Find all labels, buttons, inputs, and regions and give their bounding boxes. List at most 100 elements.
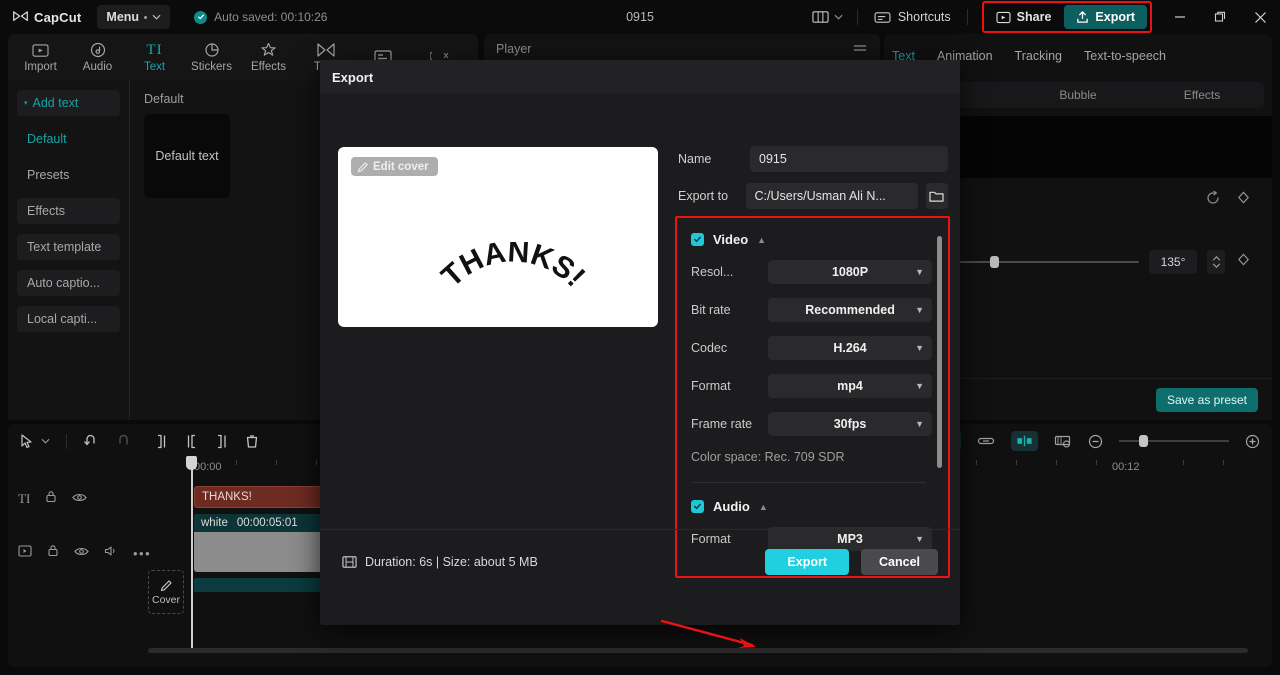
- video-clip-name: white: [201, 517, 228, 529]
- rotation-value[interactable]: 135°: [1149, 250, 1197, 274]
- more-icon[interactable]: •••: [133, 546, 151, 561]
- export-dialog-footer: Duration: 6s | Size: about 5 MB Export C…: [320, 529, 960, 594]
- redo-icon[interactable]: [115, 434, 131, 448]
- preset-card-default-text[interactable]: Default text: [144, 114, 230, 198]
- chevron-up-icon[interactable]: ▲: [757, 235, 766, 245]
- select-tool-dropdown-icon[interactable]: [41, 438, 50, 444]
- stepper-up-down-icon[interactable]: [1207, 250, 1225, 274]
- framerate-select[interactable]: 30fps ▼: [768, 412, 932, 436]
- audio-section-header[interactable]: Audio ▲: [691, 499, 932, 514]
- format-row: Format mp4 ▼: [691, 374, 932, 398]
- ruler-tick: [316, 460, 317, 465]
- ruler-start-label: 00:00: [194, 461, 222, 473]
- export-settings-highlight-box: Video ▲ Resol... 1080P ▼ Bit rate Recomm…: [675, 216, 950, 578]
- sidebar-item-local-captions[interactable]: Local capti...: [17, 306, 120, 332]
- playhead[interactable]: [186, 456, 197, 649]
- close-button[interactable]: [1240, 0, 1280, 34]
- tab-text[interactable]: TI Text: [126, 35, 183, 79]
- subtab-effects[interactable]: Effects: [1140, 82, 1264, 108]
- name-input[interactable]: 0915: [750, 146, 948, 172]
- export-path-input[interactable]: C:/Users/Usman Ali N...: [745, 183, 918, 209]
- text-category-list: ▾ Add text Default Presets Effects Text …: [8, 80, 129, 420]
- resolution-select[interactable]: 1080P ▼: [768, 260, 932, 284]
- video-checkbox[interactable]: [691, 233, 704, 246]
- eye-icon[interactable]: [72, 490, 87, 508]
- chevron-down-icon: ▼: [915, 305, 924, 315]
- menu-button[interactable]: Menu: [97, 5, 171, 29]
- export-settings-scroll-area[interactable]: Video ▲ Resol... 1080P ▼ Bit rate Recomm…: [677, 218, 948, 576]
- volume-icon[interactable]: [104, 544, 118, 562]
- format-label: Format: [691, 379, 731, 393]
- codec-select[interactable]: H.264 ▼: [768, 336, 932, 360]
- lock-icon[interactable]: [45, 490, 57, 508]
- cursor-select-icon[interactable]: [20, 433, 33, 449]
- slider-knob[interactable]: [989, 256, 999, 268]
- cover-button[interactable]: Cover: [148, 570, 184, 614]
- zoom-slider-knob[interactable]: [1138, 435, 1148, 447]
- sidebar-item-default[interactable]: Default: [17, 126, 120, 152]
- share-button[interactable]: Share: [987, 6, 1061, 28]
- text-clip-label: THANKS!: [202, 491, 252, 503]
- menu-dot-icon: [144, 15, 148, 19]
- keyframe-diamond-icon[interactable]: [1235, 252, 1252, 272]
- bitrate-select[interactable]: Recommended ▼: [768, 298, 932, 322]
- reset-icon[interactable]: [1205, 189, 1221, 211]
- cover-preview[interactable]: Edit cover THANKS!: [338, 147, 658, 327]
- trash-icon[interactable]: [245, 434, 259, 449]
- sidebar-item-add-text[interactable]: ▾ Add text: [17, 90, 120, 116]
- capcut-logo-icon: [13, 11, 28, 22]
- trim-right-icon[interactable]: [215, 434, 229, 449]
- cover-label: Cover: [151, 593, 180, 606]
- hamburger-icon[interactable]: [852, 40, 868, 58]
- export-form: Name 0915 Export to C:/Users/Usman Ali N…: [678, 144, 948, 218]
- save-as-preset-button[interactable]: Save as preset: [1155, 387, 1258, 412]
- edit-cover-button[interactable]: Edit cover: [351, 157, 438, 176]
- tab-import[interactable]: Import: [12, 35, 69, 79]
- video-section-header[interactable]: Video ▲: [691, 232, 932, 247]
- chevron-down-icon: [834, 14, 843, 20]
- audio-checkbox[interactable]: [691, 500, 704, 513]
- chevron-up-icon[interactable]: ▲: [759, 502, 768, 512]
- sidebar-item-auto-captions[interactable]: Auto captio...: [17, 270, 120, 296]
- layout-button[interactable]: [806, 10, 849, 24]
- cancel-button[interactable]: Cancel: [861, 549, 938, 575]
- tab-audio[interactable]: Audio: [69, 35, 126, 79]
- sticker-icon: [204, 42, 220, 59]
- framerate-value: 30fps: [833, 417, 867, 431]
- zoom-in-icon[interactable]: [1245, 434, 1260, 449]
- eye-icon[interactable]: [74, 544, 89, 562]
- timeline-zoom-slider[interactable]: [1119, 435, 1229, 447]
- player-label: Player: [496, 42, 532, 56]
- export-button-top[interactable]: Export: [1064, 5, 1147, 29]
- lock-icon[interactable]: [47, 544, 59, 562]
- settings-scrollbar[interactable]: [937, 236, 942, 468]
- chevron-down-icon: ▼: [915, 419, 924, 429]
- split-icon[interactable]: [155, 434, 169, 449]
- zoom-out-icon[interactable]: [1088, 434, 1103, 449]
- link-icon[interactable]: [977, 435, 995, 447]
- sidebar-item-effects[interactable]: Effects: [17, 198, 120, 224]
- shortcuts-button[interactable]: Shortcuts: [866, 6, 959, 28]
- undo-icon[interactable]: [83, 434, 99, 448]
- tab-effects[interactable]: Effects: [240, 35, 297, 79]
- tab-text-to-speech[interactable]: Text-to-speech: [1084, 49, 1166, 63]
- tab-stickers[interactable]: Stickers: [183, 35, 240, 79]
- export-confirm-button[interactable]: Export: [765, 549, 849, 575]
- mirror-icon[interactable]: [1011, 431, 1038, 451]
- sidebar-item-presets[interactable]: Presets: [17, 162, 120, 188]
- sidebar-item-text-template[interactable]: Text template: [17, 234, 120, 260]
- tab-tracking[interactable]: Tracking: [1015, 49, 1062, 63]
- subtab-bubble[interactable]: Bubble: [1016, 82, 1140, 108]
- minimize-button[interactable]: [1160, 0, 1200, 34]
- folder-icon[interactable]: [925, 183, 948, 209]
- divider: [966, 9, 968, 25]
- format-select[interactable]: mp4 ▼: [768, 374, 932, 398]
- trim-left-icon[interactable]: [185, 434, 199, 449]
- maximize-button[interactable]: [1200, 0, 1240, 34]
- fit-timeline-icon[interactable]: [1054, 434, 1072, 449]
- keyframe-diamond-icon[interactable]: [1235, 190, 1252, 210]
- resolution-value: 1080P: [831, 265, 869, 279]
- playhead-handle[interactable]: [186, 456, 197, 470]
- video-clip-duration: 00:00:05:01: [236, 517, 298, 529]
- timeline-horizontal-scrollbar[interactable]: [148, 648, 1248, 653]
